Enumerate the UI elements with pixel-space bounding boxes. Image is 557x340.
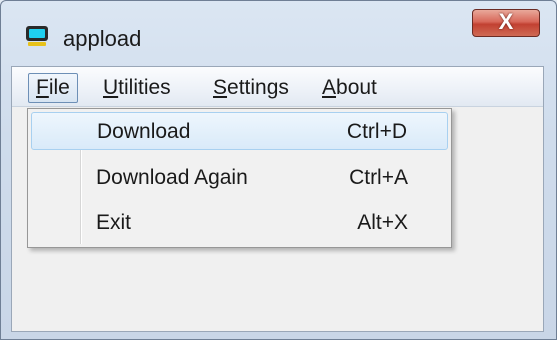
menu-file-mnemonic: F	[36, 76, 49, 99]
menu-utilities-rest: tilities	[118, 76, 171, 99]
menu-item-download-again-shortcut: Ctrl+A	[349, 166, 408, 189]
menu-settings[interactable]: Settings	[206, 73, 296, 103]
file-dropdown-menu: Download Ctrl+D Download Again Ctrl+A Ex…	[27, 108, 452, 248]
menu-utilities-mnemonic: U	[103, 76, 119, 99]
menu-item-exit[interactable]: Exit Alt+X	[31, 204, 448, 242]
menu-about[interactable]: About	[315, 73, 384, 103]
menu-item-exit-label: Exit	[96, 211, 132, 234]
menu-utilities[interactable]: Utilities	[96, 73, 178, 103]
menu-item-download-shortcut: Ctrl+D	[346, 120, 407, 143]
close-button[interactable]: X	[472, 9, 540, 37]
app-monitor-icon	[26, 26, 48, 46]
menu-item-download-again-label: Download Again	[96, 166, 248, 189]
menu-item-download-again[interactable]: Download Again Ctrl+A	[31, 159, 448, 197]
menu-file-rest: ile	[48, 76, 70, 99]
menu-item-download[interactable]: Download Ctrl+D	[31, 112, 448, 150]
menu-bar: File Utilities Settings About	[12, 67, 543, 107]
menu-item-exit-shortcut: Alt+X	[357, 211, 408, 234]
app-window: appload X File Utilities Settings About …	[0, 0, 557, 340]
menu-file[interactable]: File	[28, 73, 78, 103]
window-title: appload	[63, 26, 142, 51]
menu-item-download-label: Download	[97, 120, 191, 143]
menu-about-rest: bout	[336, 76, 377, 99]
menu-settings-rest: ettings	[227, 76, 289, 99]
title-bar[interactable]: appload X	[1, 1, 556, 57]
menu-settings-mnemonic: S	[213, 76, 228, 99]
menu-about-mnemonic: A	[322, 76, 337, 99]
